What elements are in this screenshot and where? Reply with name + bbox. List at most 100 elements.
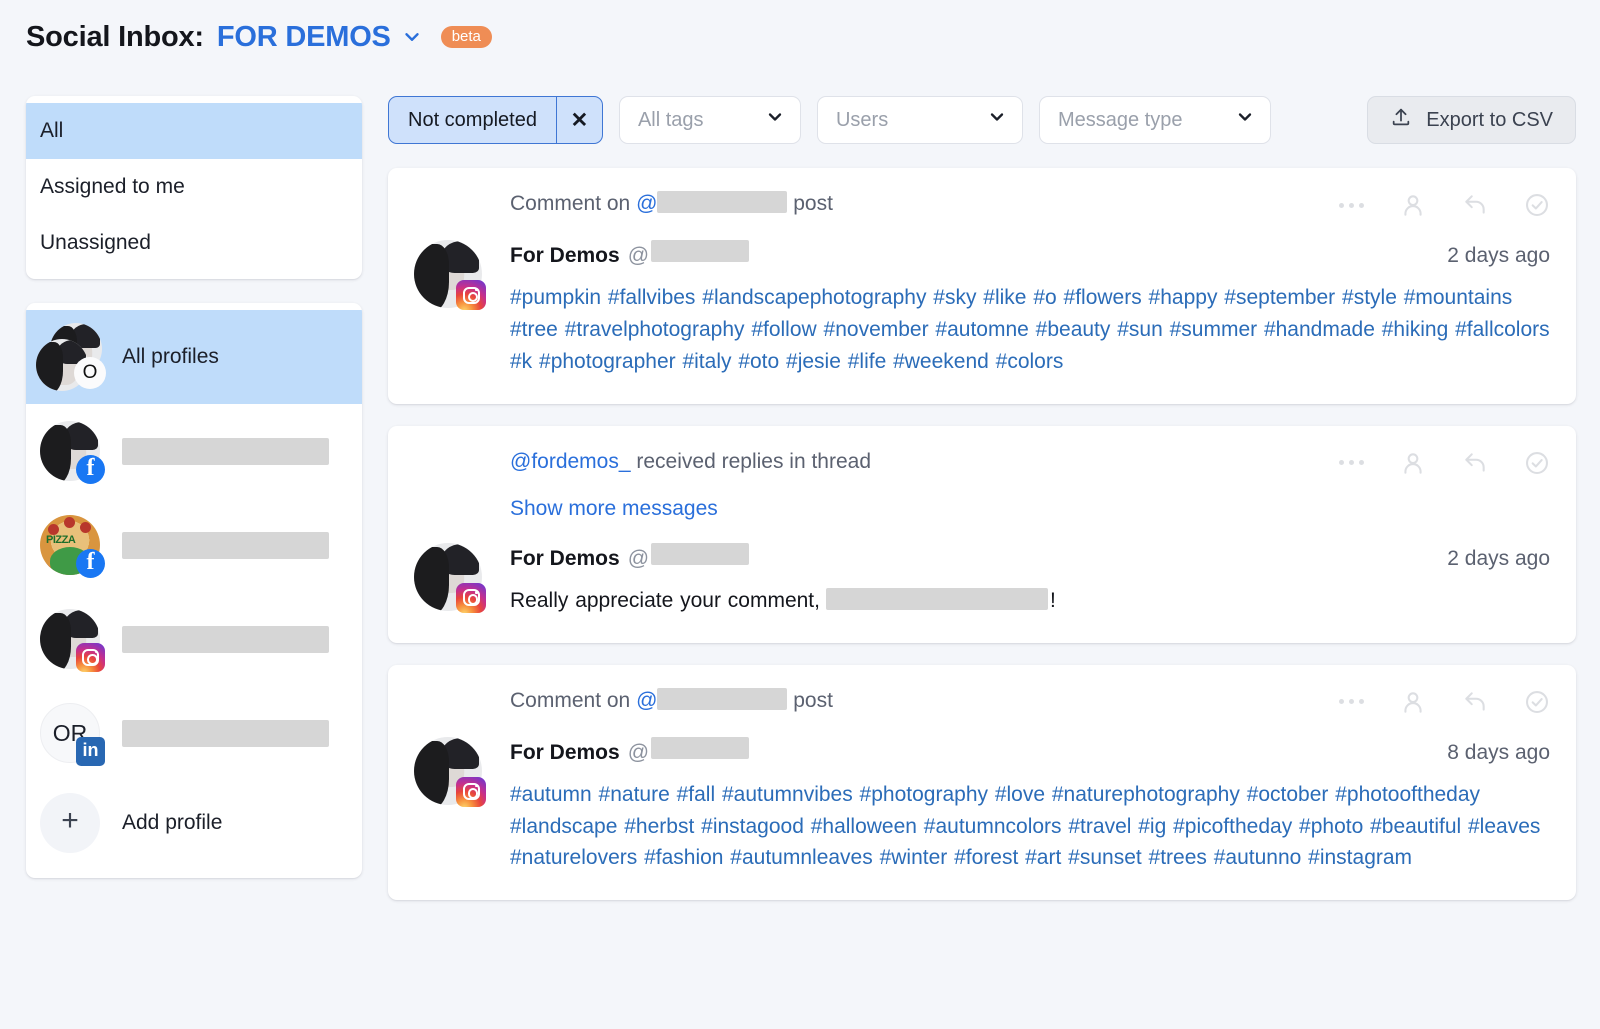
message-context: @fordemos_ received replies in thread (414, 448, 871, 475)
instagram-icon (456, 582, 486, 613)
users-filter-placeholder: Users (835, 108, 889, 131)
avatar (414, 736, 486, 807)
profile-item-all-profiles[interactable]: O All profiles (26, 310, 362, 404)
profile-count-badge: O (74, 357, 106, 389)
status-filter-label: Not completed (408, 108, 537, 131)
message-handle-at: @ (627, 244, 650, 267)
check-circle-icon[interactable] (1524, 450, 1550, 476)
chevron-down-icon[interactable] (401, 26, 423, 48)
profile-item-label-redacted (122, 531, 329, 559)
show-more-messages-link[interactable]: Show more messages (414, 497, 1550, 521)
message-context-suffix: post (787, 688, 833, 712)
message-author: For Demos (510, 546, 620, 570)
ellipsis-icon[interactable] (1338, 689, 1364, 715)
avatar: OR in (40, 703, 105, 766)
chevron-down-icon (1235, 107, 1255, 133)
message-context-link[interactable]: @fordemos_ (510, 450, 631, 473)
profile-item-facebook-2[interactable]: PIZZA f (26, 498, 362, 592)
close-icon[interactable]: ✕ (555, 97, 602, 143)
avatar (414, 240, 486, 310)
reply-arrow-icon[interactable] (1462, 192, 1488, 218)
message-timestamp: 2 days ago (1447, 546, 1550, 570)
message-text-before: Really appreciate your comment, (510, 588, 820, 612)
message-handle-at: @ (627, 546, 650, 570)
message-card[interactable]: @fordemos_ received replies in thread Sh… (388, 425, 1576, 643)
message-handle-redacted (651, 736, 750, 759)
ellipsis-icon[interactable] (1338, 192, 1364, 218)
message-card[interactable]: Comment on @ post (388, 168, 1576, 404)
export-to-csv-button[interactable]: Export to CSV (1367, 96, 1576, 144)
sidebar-item-label: Unassigned (40, 231, 151, 254)
message-context-prefix: Comment on (510, 688, 637, 712)
message-type-filter-select[interactable]: Message type (1038, 96, 1271, 144)
status-filter-chip[interactable]: Not completed ✕ (388, 96, 603, 144)
message-timestamp: 2 days ago (1447, 244, 1550, 267)
inbox-main: Not completed ✕ All tags Users Message t… (388, 96, 1576, 922)
filter-bar: Not completed ✕ All tags Users Message t… (388, 96, 1576, 144)
chevron-down-icon (765, 107, 785, 133)
message-card[interactable]: Comment on @ post (388, 664, 1576, 901)
check-circle-icon[interactable] (1524, 689, 1550, 715)
add-profile-button[interactable]: + Add profile (26, 780, 362, 866)
message-context-at[interactable]: @ (636, 192, 657, 215)
message-actions (1338, 448, 1550, 476)
instagram-icon (76, 643, 105, 672)
avatar: PIZZA f (40, 515, 105, 578)
message-text-after: ! (1049, 588, 1056, 612)
reply-arrow-icon[interactable] (1462, 689, 1488, 715)
message-handle-redacted (651, 240, 750, 262)
message-type-filter-placeholder: Message type (1057, 108, 1183, 131)
message-context-suffix: received replies in thread (630, 449, 872, 473)
facebook-icon: f (76, 549, 105, 578)
check-circle-icon[interactable] (1524, 192, 1550, 218)
message-context: Comment on @ post (414, 190, 833, 217)
profile-item-label-redacted (122, 625, 329, 653)
message-text: #pumpkin #fallvibes #landscapephotograph… (510, 286, 1550, 373)
facebook-icon: f (76, 455, 105, 484)
profile-item-facebook-1[interactable]: f (26, 404, 362, 498)
reply-arrow-icon[interactable] (1462, 450, 1488, 476)
tags-filter-placeholder: All tags (637, 108, 704, 131)
tags-filter-select[interactable]: All tags (618, 96, 801, 144)
avatar (414, 542, 486, 613)
scope-panel: All Assigned to me Unassigned (26, 96, 362, 279)
message-text: #autumn #nature #fall #autumnvibes #phot… (510, 782, 1541, 870)
sidebar-item-label: All (40, 119, 64, 142)
users-filter-select[interactable]: Users (816, 96, 1023, 144)
message-context-at[interactable]: @ (636, 689, 657, 712)
sidebar-item-all[interactable]: All (26, 103, 362, 159)
profile-item-instagram-1[interactable] (26, 592, 362, 686)
upload-icon (1390, 106, 1412, 134)
sidebar-item-unassigned[interactable]: Unassigned (26, 215, 362, 271)
profile-item-label-redacted (122, 719, 329, 747)
ellipsis-icon[interactable] (1338, 450, 1364, 476)
sidebar-item-label: Assigned to me (40, 175, 185, 198)
chevron-down-icon (987, 107, 1007, 133)
person-icon[interactable] (1400, 450, 1426, 476)
profile-item-label-redacted (122, 437, 329, 465)
instagram-icon (456, 776, 486, 807)
sidebar: All Assigned to me Unassigned O All prof… (26, 96, 362, 878)
avatar: f (40, 421, 105, 484)
message-context-redacted (657, 687, 788, 710)
message-handle-at: @ (627, 740, 650, 764)
profile-item-linkedin-1[interactable]: OR in (26, 686, 362, 780)
sidebar-item-assigned-to-me[interactable]: Assigned to me (26, 159, 362, 215)
instagram-icon (456, 280, 486, 310)
account-name[interactable]: FOR DEMOS (217, 21, 391, 54)
page-header: Social Inbox: FOR DEMOS beta (0, 0, 1600, 60)
message-author: For Demos (510, 740, 620, 764)
add-profile-label: Add profile (122, 811, 223, 834)
person-icon[interactable] (1400, 689, 1426, 715)
message-actions (1338, 190, 1550, 218)
message-text: Really appreciate your comment,! (510, 585, 1550, 617)
beta-badge: beta (440, 26, 492, 48)
message-actions (1338, 687, 1550, 715)
profiles-panel: O All profiles f PIZZA f OR in + Add pro… (26, 303, 362, 878)
export-to-csv-label: Export to CSV (1426, 108, 1553, 131)
message-timestamp: 8 days ago (1447, 740, 1550, 764)
person-icon[interactable] (1400, 192, 1426, 218)
message-context-suffix: post (787, 192, 833, 215)
page-title: Social Inbox: (26, 20, 204, 53)
message-context-prefix: Comment on (510, 192, 637, 215)
